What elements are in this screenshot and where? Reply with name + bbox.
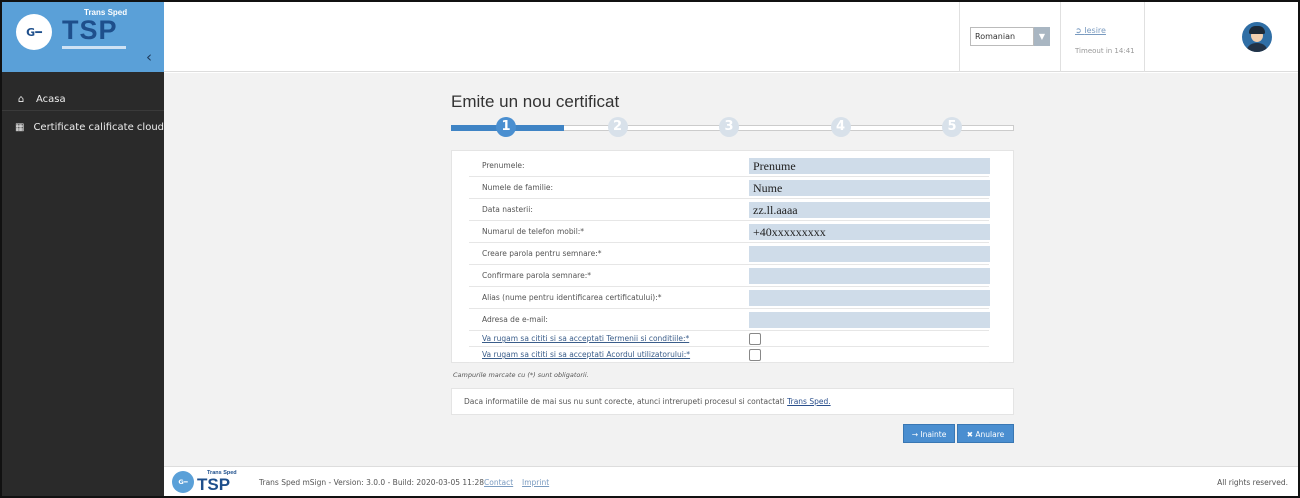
- terms-checkbox[interactable]: [749, 333, 761, 345]
- step-2: 2: [607, 117, 628, 137]
- alias-field[interactable]: [749, 290, 990, 306]
- field-label: Confirmare parola semnare:*: [482, 271, 591, 280]
- logo-brand-big: TSP: [62, 15, 118, 45]
- field-label: Adresa de e-mail:: [482, 315, 548, 324]
- session-timeout: Timeout in 14:41: [1075, 47, 1135, 55]
- main-content: Emite un nou certificat 1 2 3 4 5 Prenum…: [164, 73, 1298, 466]
- form-row-last-name: Numele de familie: Nume: [469, 177, 990, 199]
- required-fields-note: Campurile marcate cu (*) sunt obligatori…: [453, 371, 589, 379]
- logout-label: Iesire: [1084, 26, 1106, 35]
- signing-password-field[interactable]: [749, 246, 990, 262]
- field-label: Data nasterii:: [482, 205, 533, 214]
- chevron-down-icon[interactable]: ▼: [1034, 27, 1050, 46]
- language-selector-box: Romanian ▼: [959, 2, 1061, 72]
- top-header: Romanian ▼ ➲ Iesire Timeout in 14:41: [164, 2, 1298, 72]
- step-1: 1: [496, 117, 516, 137]
- contact-link[interactable]: Contact: [484, 478, 513, 487]
- home-icon: ⌂: [17, 94, 25, 105]
- confirm-password-field[interactable]: [749, 268, 990, 284]
- logo-key-icon: G━: [16, 14, 52, 50]
- footer-brand-big: TSP: [197, 475, 231, 494]
- field-label: Alias (nume pentru identificarea certifi…: [482, 293, 662, 302]
- sidebar-collapse-icon[interactable]: ‹: [146, 50, 152, 65]
- session-box: ➲ Iesire Timeout in 14:41: [1061, 2, 1145, 72]
- form-row-terms: Va rugam sa cititi si sa acceptati Terme…: [469, 331, 989, 347]
- form-row-password-confirm: Confirmare parola semnare:*: [469, 265, 990, 287]
- version-info: Trans Sped mSign - Version: 3.0.0 - Buil…: [259, 478, 484, 487]
- sidebar-item-certificates[interactable]: ▦ Certificate calificate cloud: [2, 116, 164, 138]
- form-row-phone: Numarul de telefon mobil:* +40xxxxxxxxx: [469, 221, 990, 243]
- user-agreement-link[interactable]: Va rugam sa cititi si sa acceptati Acord…: [482, 350, 690, 359]
- last-name-field[interactable]: Nume: [749, 180, 990, 196]
- certificate-form: Prenumele: Prenume Numele de familie: Nu…: [451, 150, 1014, 363]
- language-select[interactable]: Romanian: [970, 27, 1034, 46]
- imprint-link[interactable]: Imprint: [522, 478, 549, 487]
- id-card-icon: ▦: [14, 121, 25, 133]
- step-3: 3: [719, 117, 739, 137]
- sidebar-item-label: Acasa: [36, 94, 66, 105]
- form-row-first-name: Prenumele: Prenume: [469, 155, 990, 177]
- logout-link[interactable]: ➲ Iesire: [1075, 26, 1106, 35]
- form-row-password: Creare parola pentru semnare:*: [469, 243, 990, 265]
- field-label: Numarul de telefon mobil:*: [482, 227, 585, 236]
- footer-logo-icon: G━: [172, 471, 194, 493]
- birth-date-field[interactable]: zz.ll.aaaa: [749, 202, 990, 218]
- logo-tagline-bar: [62, 46, 126, 49]
- form-row-alias: Alias (nume pentru identificarea certifi…: [469, 287, 990, 309]
- form-row-user-agreement: Va rugam sa cititi si sa acceptati Acord…: [469, 347, 989, 363]
- app-window: G━ Trans Sped TSP ‹ Romanian ▼ ➲ Iesire …: [0, 0, 1300, 498]
- field-label: Prenumele:: [482, 161, 525, 170]
- avatar[interactable]: [1242, 22, 1272, 52]
- form-row-birth-date: Data nasterii: zz.ll.aaaa: [469, 199, 990, 221]
- logo-glyph: G━: [26, 25, 42, 39]
- user-agreement-checkbox[interactable]: [749, 349, 761, 361]
- page-title: Emite un nou certificat: [451, 92, 620, 111]
- form-row-email: Adresa de e-mail:: [469, 309, 990, 331]
- contact-trans-sped-link[interactable]: Trans Sped.: [787, 397, 830, 406]
- next-button[interactable]: → Inainte: [903, 424, 955, 443]
- info-box: Daca informatiile de mai sus nu sunt cor…: [451, 388, 1014, 415]
- info-text: Daca informatiile de mai sus nu sunt cor…: [464, 397, 831, 406]
- first-name-field[interactable]: Prenume: [749, 158, 990, 174]
- field-label: Creare parola pentru semnare:*: [482, 249, 602, 258]
- logout-icon: ➲: [1075, 26, 1085, 35]
- phone-field[interactable]: +40xxxxxxxxx: [749, 224, 990, 240]
- brand-logo[interactable]: G━ Trans Sped TSP ‹: [2, 2, 164, 72]
- sidebar-item-label: Certificate calificate cloud: [33, 121, 164, 133]
- email-field[interactable]: [749, 312, 990, 328]
- info-message: Daca informatiile de mai sus nu sunt cor…: [464, 397, 788, 406]
- footer-logo-glyph: G━: [178, 478, 188, 486]
- terms-link[interactable]: Va rugam sa cititi si sa acceptati Terme…: [482, 334, 689, 343]
- wizard-stepper: 1 2 3 4 5: [451, 115, 1014, 141]
- copyright-text: All rights reserved.: [1217, 478, 1288, 487]
- step-4: 4: [830, 117, 851, 137]
- cancel-button[interactable]: ✖ Anulare: [957, 424, 1014, 443]
- field-label: Numele de familie:: [482, 183, 554, 192]
- sidebar: ⌂ Acasa ▦ Certificate calificate cloud: [2, 72, 164, 496]
- sidebar-item-home[interactable]: ⌂ Acasa: [2, 89, 164, 111]
- avatar-body: [1246, 43, 1268, 52]
- step-5: 5: [942, 117, 962, 137]
- footer: G━ Trans Sped TSP Trans Sped mSign - Ver…: [164, 466, 1298, 496]
- avatar-hair: [1249, 26, 1265, 34]
